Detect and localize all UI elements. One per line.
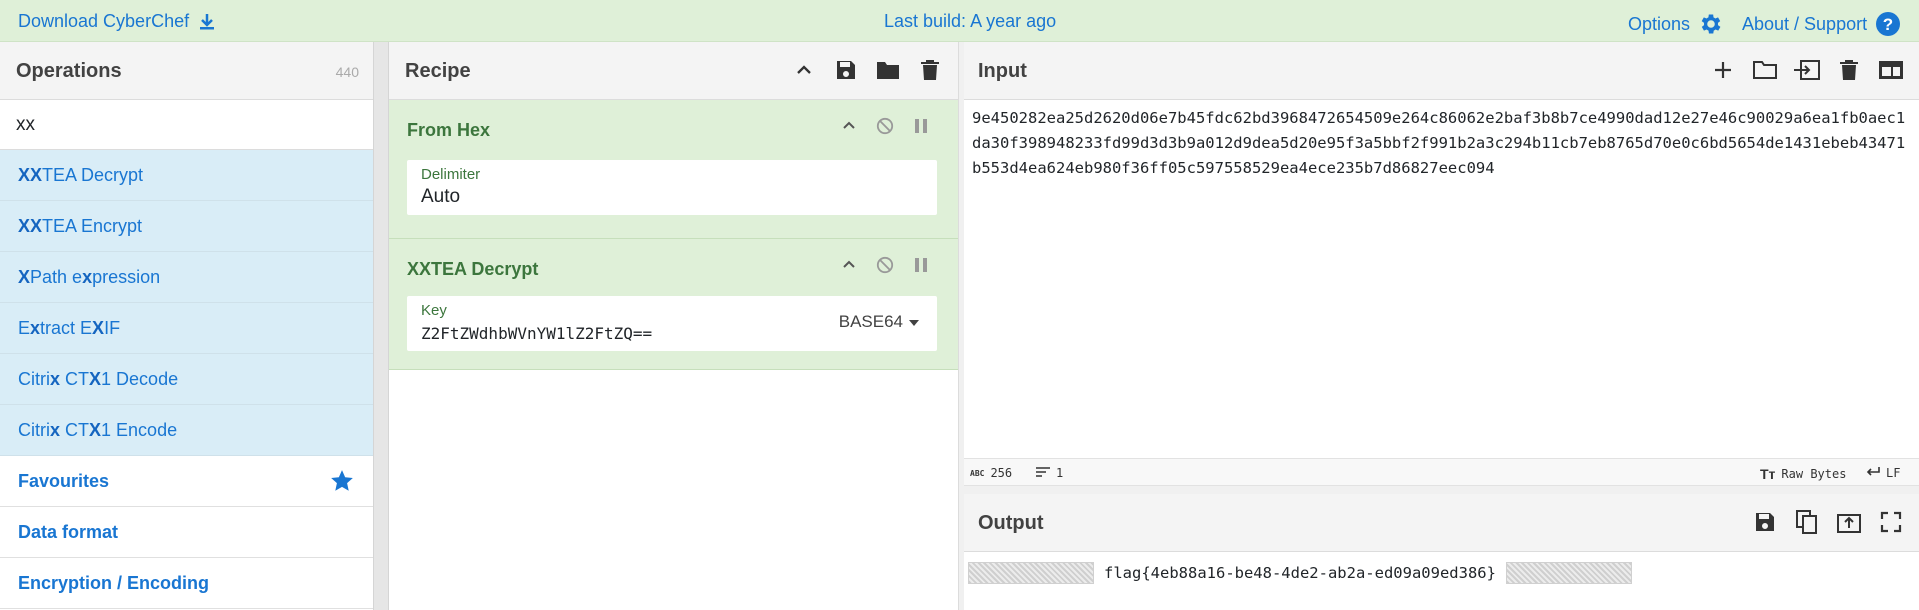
collapse-all-chevron-up-icon[interactable] xyxy=(790,56,818,84)
category-encryption-encoding[interactable]: Encryption / Encoding xyxy=(0,558,373,609)
save-output-icon[interactable] xyxy=(1751,508,1779,536)
options-link[interactable]: Options xyxy=(1628,11,1724,37)
op-result-xxtea-encrypt[interactable]: XXTEA Encrypt xyxy=(0,201,373,252)
delimiter-field[interactable]: Delimiter Auto xyxy=(407,160,937,215)
io-panel: Input 9e450282ea25d2620d06e7b45fdc62bd39… xyxy=(964,42,1919,610)
last-build-notice: Last build: A year ago xyxy=(884,11,1057,31)
input-textarea[interactable]: 9e450282ea25d2620d06e7b45fdc62bd39684726… xyxy=(964,100,1919,400)
caret-down-icon xyxy=(909,312,919,332)
op-result-xxtea-decrypt[interactable]: XXTEA Decrypt xyxy=(0,150,373,201)
op-result-citrix-ctx1-encode[interactable]: Citrix CTX1 Encode xyxy=(0,405,373,456)
output-textarea[interactable]: flag{4eb88a16-be48-4de2-ab2a-ed09a09ed38… xyxy=(968,562,1919,584)
download-label: Download CyberChef xyxy=(18,11,190,31)
delimiter-label: Delimiter xyxy=(421,166,481,183)
io-resizer-handle[interactable] xyxy=(964,486,1919,494)
disable-op-icon[interactable] xyxy=(876,116,894,136)
recipe-op-name: XXTEA Decrypt xyxy=(407,259,539,279)
input-encoding-selector[interactable]: Tт Raw Bytes xyxy=(1760,466,1846,482)
input-length: 256 xyxy=(990,466,1013,480)
options-label: Options xyxy=(1628,13,1691,34)
category-label: Encryption / Encoding xyxy=(18,572,210,593)
replace-input-with-output-icon[interactable] xyxy=(1835,508,1863,536)
chevron-up-icon[interactable] xyxy=(840,255,858,275)
save-recipe-icon[interactable] xyxy=(832,56,860,84)
chevron-up-icon[interactable] xyxy=(840,116,858,136)
input-title: Input xyxy=(978,60,1027,82)
recipe-op-from-hex: From Hex Delimiter Auto xyxy=(389,100,958,239)
op-result-citrix-ctx1-decode[interactable]: Citrix CTX1 Decode xyxy=(0,354,373,405)
maximise-output-icon[interactable] xyxy=(1877,508,1905,536)
load-recipe-folder-icon[interactable] xyxy=(874,56,902,84)
delimiter-value: Auto xyxy=(421,186,461,207)
open-file-folder-icon[interactable] xyxy=(1751,56,1779,84)
op-result-extract-exif[interactable]: Extract EXIF xyxy=(0,303,373,354)
add-tab-plus-icon[interactable] xyxy=(1709,56,1737,84)
top-banner: Download CyberChef Last build: A year ag… xyxy=(0,0,1919,42)
input-header: Input xyxy=(964,42,1919,100)
output-text: flag{4eb88a16-be48-4de2-ab2a-ed09a09ed38… xyxy=(1104,564,1496,582)
disable-op-icon[interactable] xyxy=(876,255,894,275)
category-label: Data format xyxy=(18,521,119,542)
clear-input-trash-icon[interactable] xyxy=(1835,56,1863,84)
key-field[interactable]: Key Z2FtZWdhbWVnYW1lZ2FtZQ== BASE64 xyxy=(407,296,937,351)
operations-panel: Operations 440 xx XXTEA Decrypt XXTEA En… xyxy=(0,42,373,610)
pause-breakpoint-icon[interactable] xyxy=(912,255,930,275)
output-title: Output xyxy=(978,512,1044,534)
input-length-info: ABC 256 xyxy=(970,466,1012,480)
download-icon xyxy=(197,12,217,32)
star-icon xyxy=(329,468,355,494)
op-label: Citrix CTX1 Encode xyxy=(18,419,178,440)
null-bytes-block xyxy=(968,562,1094,584)
text-size-icon: Tт xyxy=(1760,466,1776,482)
operations-count: 440 xyxy=(335,64,359,80)
recipe-panel: Recipe From Hex Delimiter Auto XXTEA Dec… xyxy=(389,42,958,610)
key-encoding-dropdown[interactable]: BASE64 xyxy=(839,312,919,332)
column-resizer-handle[interactable] xyxy=(373,42,389,610)
category-label: Favourites xyxy=(18,470,110,491)
op-label: XXTEA Encrypt xyxy=(18,215,143,236)
recipe-op-xxtea-decrypt: XXTEA Decrypt Key Z2FtZWdhbWVnYW1lZ2FtZQ… xyxy=(389,239,958,370)
input-status-bar: ABC 256 1 Tт Raw Bytes LF xyxy=(964,458,1919,486)
reset-layout-icon[interactable] xyxy=(1877,56,1905,84)
op-label: XPath expression xyxy=(18,266,161,287)
input-lines-info: 1 xyxy=(1036,466,1063,480)
help-icon: ? xyxy=(1875,11,1901,37)
pause-breakpoint-icon[interactable] xyxy=(912,116,930,136)
op-result-xpath-expression[interactable]: XPath expression xyxy=(0,252,373,303)
recipe-op-name: From Hex xyxy=(407,120,491,140)
key-value: Z2FtZWdhbWVnYW1lZ2FtZQ== xyxy=(421,324,653,343)
svg-text:?: ? xyxy=(1883,15,1893,34)
operations-title: Operations xyxy=(16,60,122,82)
encoding-label: BASE64 xyxy=(838,312,903,331)
operations-header: Operations 440 xyxy=(0,42,373,100)
category-favourites[interactable]: Favourites xyxy=(0,456,373,507)
recipe-title: Recipe xyxy=(405,60,471,82)
key-label: Key xyxy=(421,302,447,319)
gear-icon xyxy=(1698,11,1724,37)
op-label: XXTEA Decrypt xyxy=(18,164,144,185)
open-folder-input-icon[interactable] xyxy=(1793,56,1821,84)
null-bytes-block xyxy=(1505,562,1632,584)
category-data-format[interactable]: Data format xyxy=(0,507,373,558)
recipe-header: Recipe xyxy=(389,42,958,100)
input-eol-selector[interactable]: LF xyxy=(1866,466,1900,480)
return-arrow-icon xyxy=(1866,466,1880,480)
lines-icon xyxy=(1036,466,1050,480)
about-support-link[interactable]: About / Support ? xyxy=(1742,11,1901,37)
about-label: About / Support xyxy=(1742,13,1868,34)
abc-icon: ABC xyxy=(970,468,985,478)
clear-recipe-trash-icon[interactable] xyxy=(916,56,944,84)
input-encoding: Raw Bytes xyxy=(1781,467,1847,481)
output-panel: Output flag{4eb88a16-be48-4de2-ab2a-ed09… xyxy=(964,494,1919,610)
input-eol: LF xyxy=(1886,466,1901,480)
operations-search-input[interactable]: xx xyxy=(0,100,373,150)
op-label: Citrix CTX1 Decode xyxy=(18,368,179,389)
op-label: Extract EXIF xyxy=(18,317,121,338)
input-lines: 1 xyxy=(1056,466,1064,480)
output-header: Output xyxy=(964,494,1919,552)
copy-output-icon[interactable] xyxy=(1793,508,1821,536)
download-cyberchef-link[interactable]: Download CyberChef xyxy=(18,11,217,32)
